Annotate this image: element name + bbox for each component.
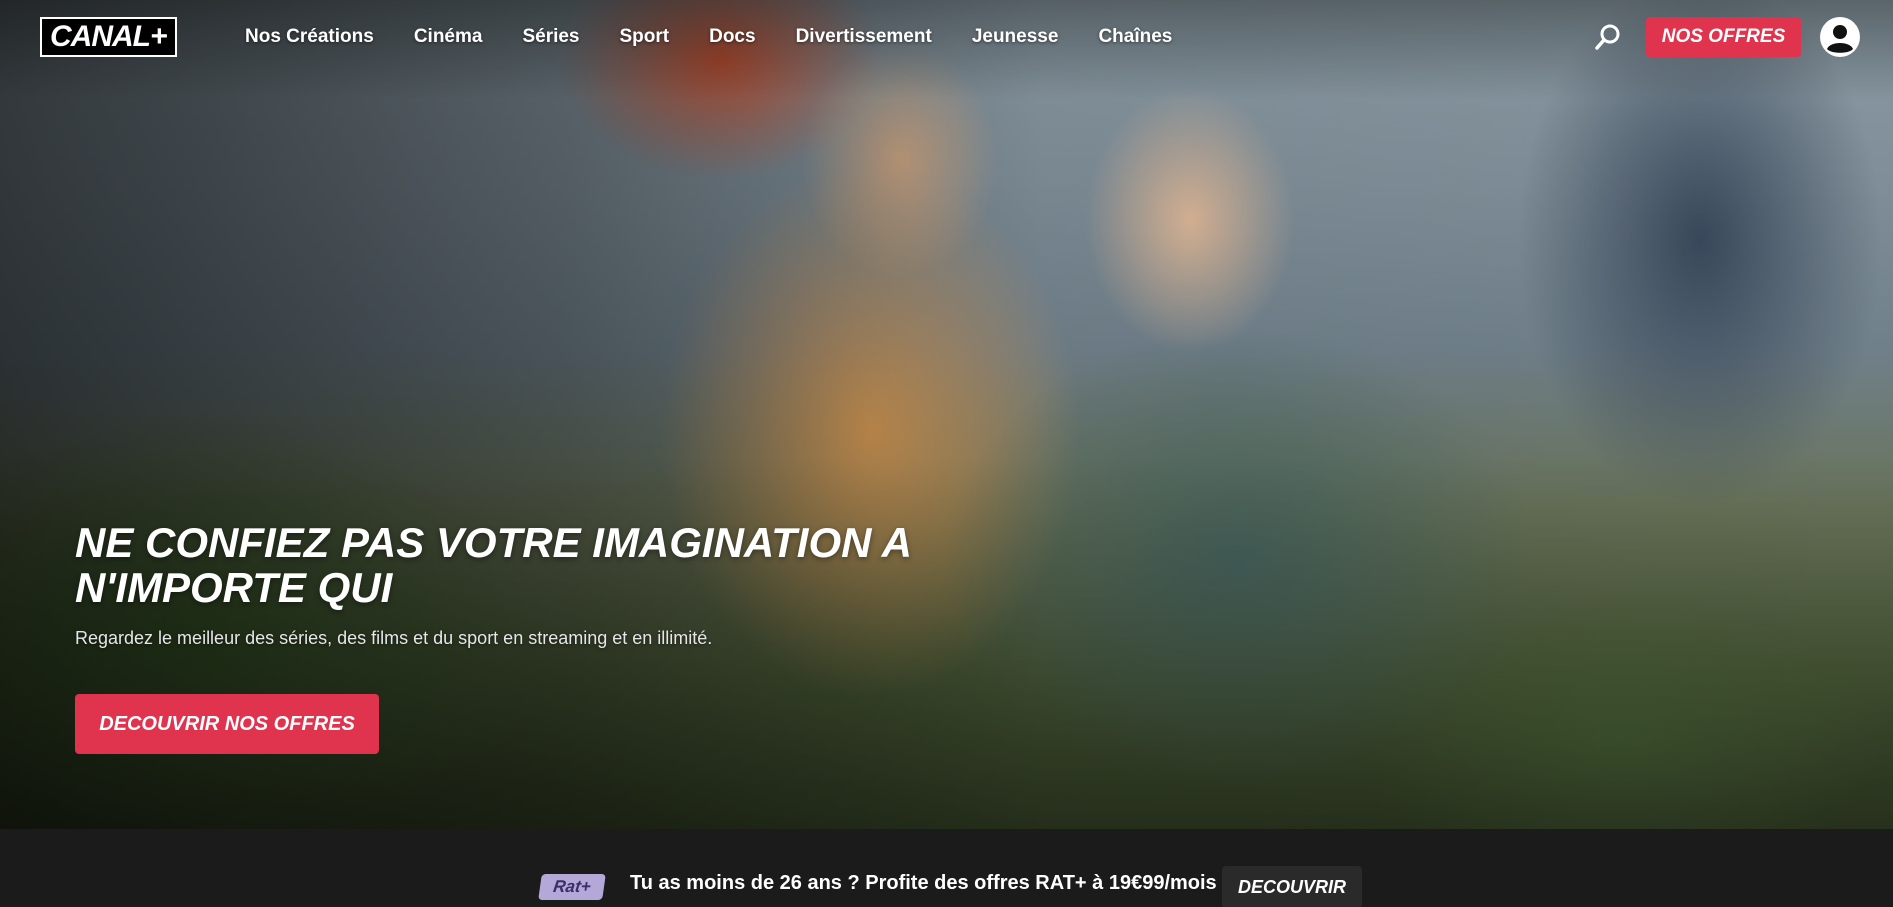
search-icon [1595, 24, 1620, 50]
nav-item-sport[interactable]: Sport [620, 26, 670, 48]
nav-item-cinema[interactable]: Cinéma [414, 26, 483, 48]
nav-item-chaines[interactable]: Chaînes [1098, 26, 1172, 48]
nav-item-divertissement[interactable]: Divertissement [796, 26, 932, 48]
rat-plus-badge: Rat+ [538, 874, 606, 900]
nav-item-nos-creations[interactable]: Nos Créations [245, 26, 374, 48]
search-button[interactable] [1591, 20, 1625, 54]
banner-discover-button[interactable]: DECOUVRIR [1222, 866, 1362, 907]
promo-banner [0, 829, 1893, 907]
nav-item-series[interactable]: Séries [522, 26, 579, 48]
nav-item-docs[interactable]: Docs [709, 26, 755, 48]
account-button[interactable] [1820, 17, 1860, 57]
canal-plus-logo[interactable]: CANAL+ [40, 17, 177, 57]
user-account-icon [1821, 18, 1859, 56]
promo-banner-text: Tu as moins de 26 ans ? Profite des offr… [630, 872, 1217, 894]
nos-offres-button[interactable]: NOS OFFRES [1646, 17, 1801, 57]
nav-item-jeunesse[interactable]: Jeunesse [972, 26, 1059, 48]
hero-headline: NE CONFIEZ PAS VOTRE IMAGINATION A N'IMP… [75, 519, 911, 611]
main-nav: Nos Créations Cinéma Séries Sport Docs D… [245, 0, 1172, 74]
site-header: CANAL+ Nos Créations Cinéma Séries Sport… [0, 0, 1893, 74]
discover-offers-button[interactable]: DECOUVRIR NOS OFFRES [75, 694, 379, 754]
hero-subline: Regardez le meilleur des séries, des fil… [75, 628, 713, 648]
